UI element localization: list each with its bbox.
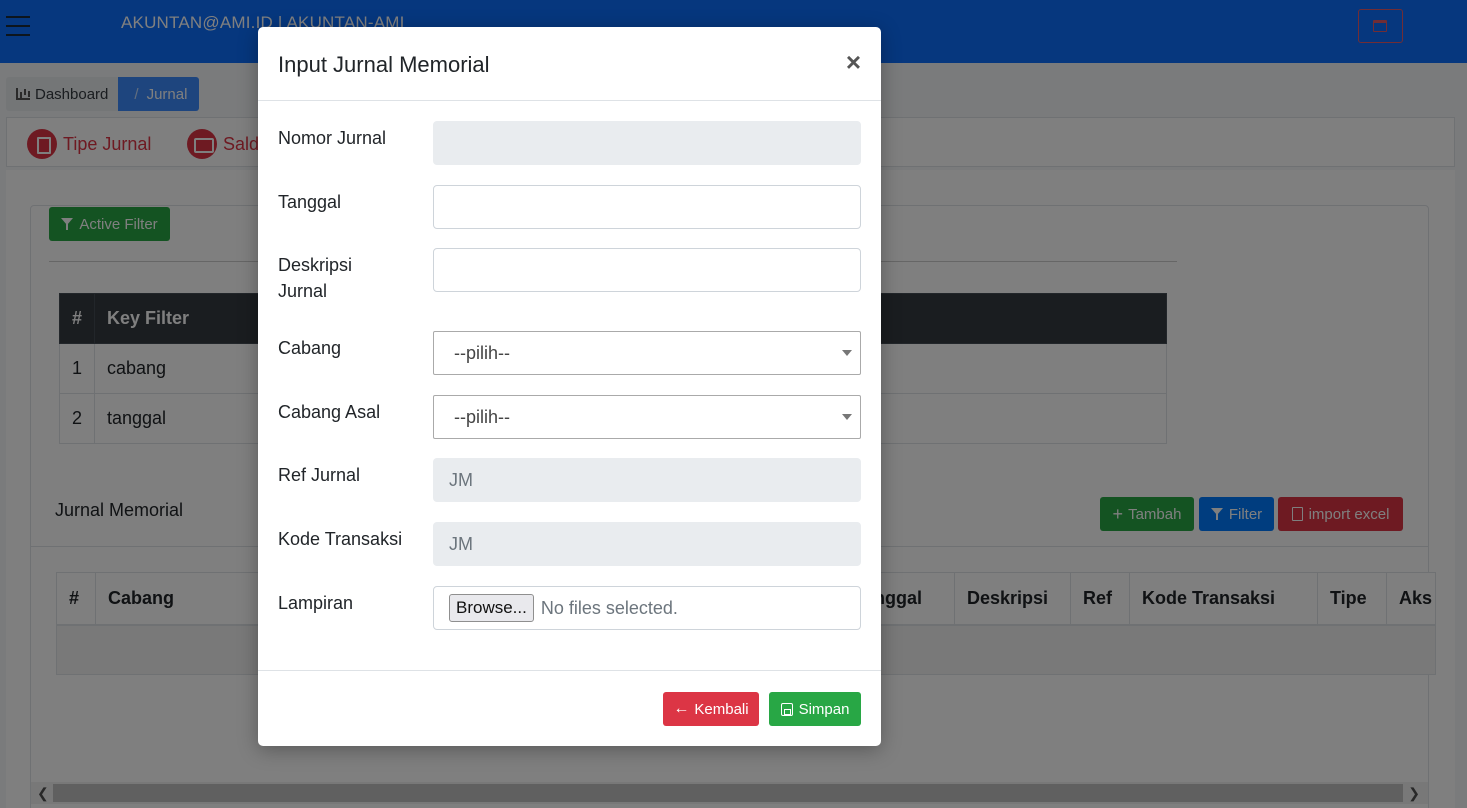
kode-transaksi-label: Kode Transaksi [278,529,403,549]
deskripsi-label-line2: Jurnal [278,281,328,301]
kembali-button[interactable]: ← Kembali [663,692,759,726]
simpan-label: Simpan [798,700,850,718]
kembali-label: Kembali [694,700,749,718]
lampiran-label: Lampiran [278,593,354,613]
deskripsi-label: Deskripsi Jurnal [278,252,418,304]
deskripsi-input[interactable] [433,248,861,292]
nomor-jurnal-input[interactable] [433,121,861,165]
cabang-asal-select-value: --pilih-- [454,406,510,427]
ref-jurnal-label: Ref Jurnal [278,465,361,485]
modal-title: Input Jurnal Memorial [278,52,490,77]
chevron-down-icon [842,350,852,356]
deskripsi-label-line1: Deskripsi [278,255,353,275]
cabang-label: Cabang [278,338,342,358]
close-icon[interactable]: × [846,49,861,75]
cabang-select-value: --pilih-- [454,342,510,363]
input-jurnal-modal: Input Jurnal Memorial × Nomor Jurnal Tan… [258,27,881,746]
tanggal-input[interactable] [433,185,861,229]
save-icon [780,702,793,716]
lampiran-file-input[interactable]: Browse... No files selected. [433,586,861,630]
simpan-button[interactable]: Simpan [769,692,861,726]
cabang-select[interactable]: --pilih-- [433,331,861,375]
arrow-left-icon: ← [673,700,690,717]
kode-transaksi-input[interactable]: JM [433,522,861,566]
cabang-asal-select[interactable]: --pilih-- [433,395,861,439]
file-status: No files selected. [540,597,678,618]
tanggal-label: Tanggal [278,192,342,212]
nomor-jurnal-label: Nomor Jurnal [278,128,387,148]
modal-footer: ← Kembali Simpan [258,670,881,746]
ref-jurnal-input[interactable]: JM [433,458,861,502]
modal-header: Input Jurnal Memorial × [258,27,881,101]
browse-button[interactable]: Browse... [449,594,534,622]
chevron-down-icon [842,414,852,420]
cabang-asal-label: Cabang Asal [278,402,381,422]
